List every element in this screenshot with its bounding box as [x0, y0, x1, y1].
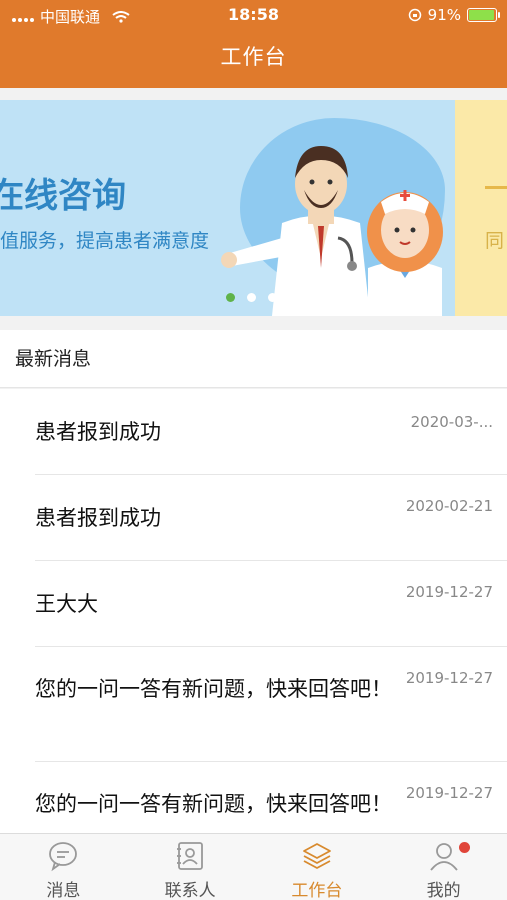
banner-subtitle: 值服务，提高患者满意度 [0, 230, 210, 252]
tab-workbench[interactable]: 工作台 [254, 834, 381, 900]
carousel-dot-3[interactable] [268, 293, 277, 302]
banner-slide[interactable]: 在线咨询 值服务，提高患者满意度 [0, 100, 455, 316]
tab-label: 我的 [426, 881, 461, 900]
message-date: 2019-12-27 [405, 583, 493, 601]
carousel-dot-1[interactable] [226, 293, 235, 302]
message-title: 您的一问一答有新问题，快来回答吧！ [35, 792, 392, 816]
tab-bar: 消息 联系人 工作台 我的 [0, 833, 507, 900]
tab-mine[interactable]: 我的 [380, 834, 507, 900]
message-title: 您的一问一答有新问题，快来回答吧！ [35, 677, 392, 701]
message-date: 2019-12-27 [405, 669, 493, 687]
message-title: 王大大 [35, 592, 98, 616]
chat-icon [49, 842, 78, 872]
layers-icon [302, 843, 331, 869]
message-title: 患者报到成功 [35, 506, 161, 530]
status-right: 91% [408, 6, 500, 24]
tab-messages[interactable]: 消息 [0, 834, 127, 900]
battery-percent: 91% [427, 6, 461, 24]
doctors-illustration [221, 146, 443, 316]
banner-next-decoration [485, 186, 507, 189]
banner-next-slide[interactable]: 同 [455, 100, 507, 316]
contacts-icon [177, 842, 204, 870]
page-title: 工作台 [0, 30, 507, 88]
status-bar: 中国联通 18:58 91% [0, 0, 507, 30]
message-date: 2019-12-27 [405, 784, 493, 802]
notification-badge [458, 842, 470, 853]
list-item[interactable]: 王大大 2019-12-27 [35, 561, 507, 647]
latest-messages-header: 最新消息 [0, 330, 507, 388]
list-item[interactable]: 患者报到成功 2020-02-21 [35, 475, 507, 561]
message-list[interactable]: 患者报到成功 2020-03-... 患者报到成功 2020-02-21 王大大… [0, 389, 507, 833]
tab-label: 工作台 [291, 881, 343, 900]
carousel-dot-2[interactable] [247, 293, 256, 302]
list-item[interactable]: 您的一问一答有新问题，快来回答吧！ 2019-12-27 [35, 647, 507, 762]
tab-label: 联系人 [164, 881, 216, 900]
carousel-indicator[interactable] [226, 293, 277, 302]
orientation-lock-icon [408, 8, 421, 22]
tab-contacts[interactable]: 联系人 [127, 834, 254, 900]
battery-icon [467, 8, 500, 22]
message-title: 患者报到成功 [35, 420, 161, 444]
list-item[interactable]: 您的一问一答有新问题，快来回答吧！ 2019-12-27 [35, 762, 507, 833]
message-date: 2020-03-... [410, 413, 493, 431]
tab-label: 消息 [46, 881, 81, 900]
list-item[interactable]: 患者报到成功 2020-03-... [35, 389, 507, 475]
user-icon [429, 843, 458, 871]
banner-carousel[interactable]: 在线咨询 值服务，提高患者满意度 同 [0, 100, 507, 316]
banner-next-text: 同 [485, 230, 505, 252]
message-date: 2020-02-21 [405, 497, 493, 515]
banner-title: 在线咨询 [0, 176, 126, 216]
